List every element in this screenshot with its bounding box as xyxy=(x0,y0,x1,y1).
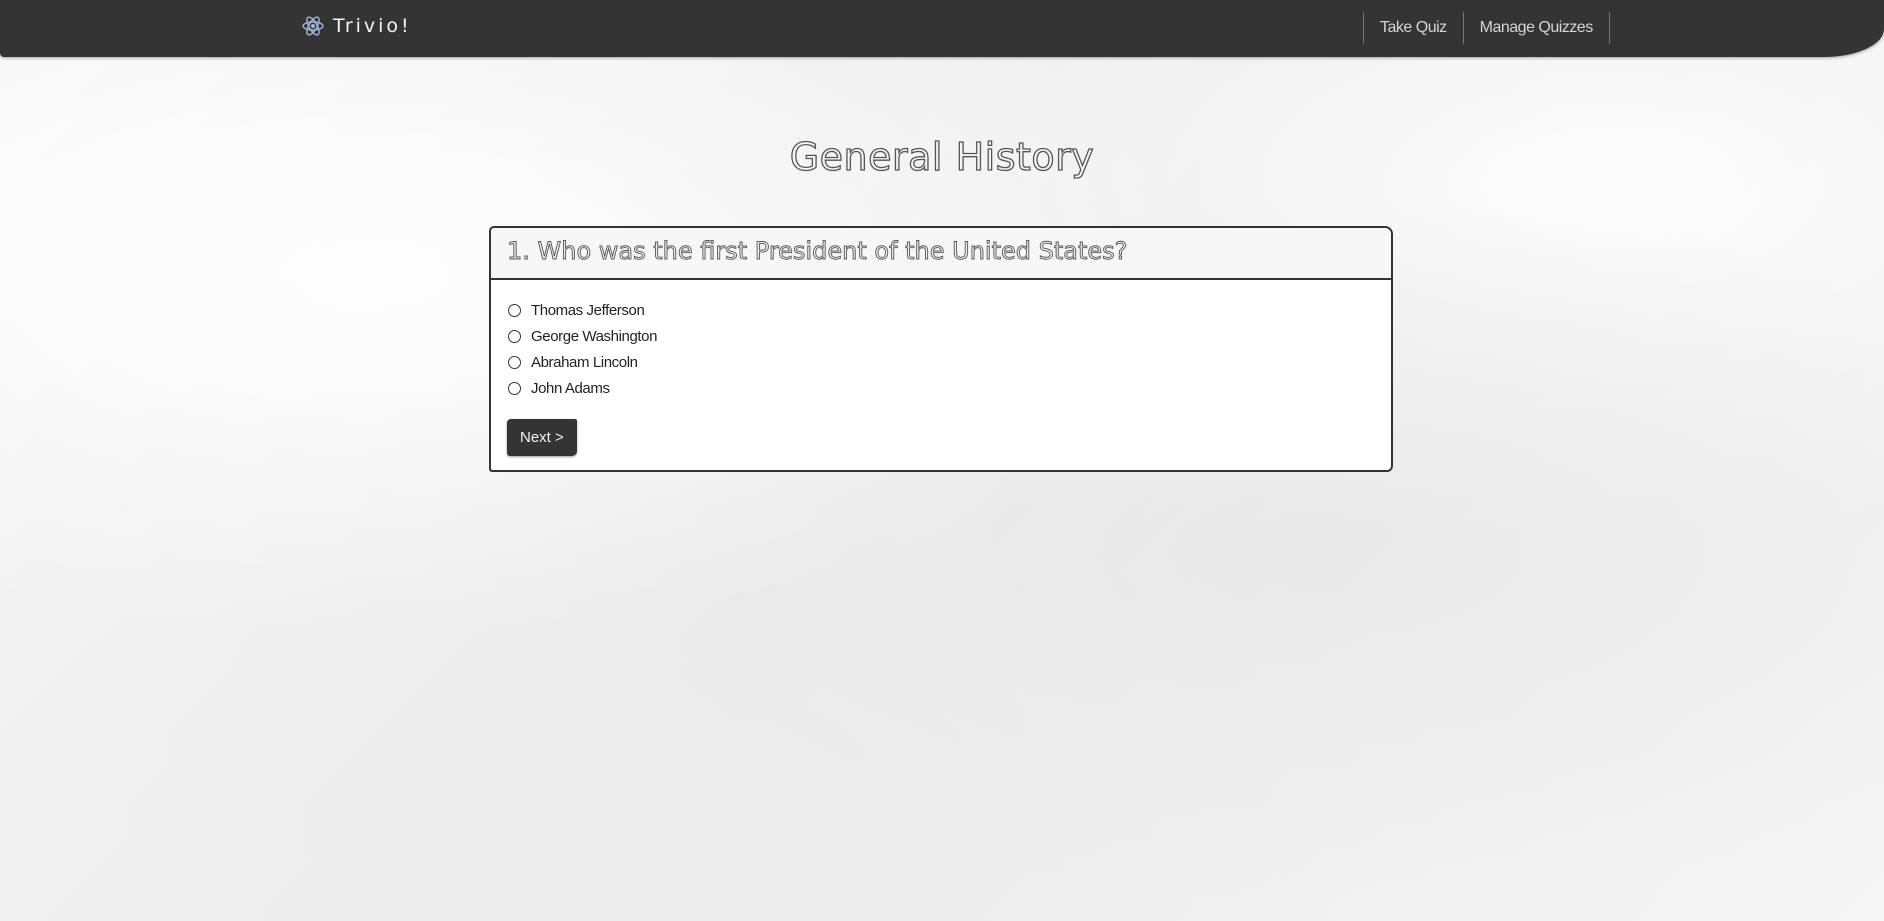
option-label: John Adams xyxy=(531,379,610,397)
atom-icon xyxy=(301,14,325,38)
option-thomas-jefferson[interactable]: Thomas Jefferson xyxy=(507,297,1375,323)
nav-link-manage-quizzes[interactable]: Manage Quizzes xyxy=(1462,12,1610,44)
option-label: Thomas Jefferson xyxy=(531,301,645,319)
option-george-washington[interactable]: George Washington xyxy=(507,323,1375,349)
radio-button[interactable] xyxy=(508,303,521,317)
question-header: 1. Who was the first President of the Un… xyxy=(491,228,1391,280)
brand-name: Trivio! xyxy=(333,15,412,37)
option-label: Abraham Lincoln xyxy=(531,353,638,371)
navbar: Trivio! Take Quiz Manage Quizzes xyxy=(0,0,1884,57)
nav-link-take-quiz[interactable]: Take Quiz xyxy=(1363,12,1463,44)
radio-button[interactable] xyxy=(508,381,521,395)
question-text: 1. Who was the first President of the Un… xyxy=(507,237,1128,266)
radio-button[interactable] xyxy=(508,355,521,369)
nav-links: Take Quiz Manage Quizzes xyxy=(1363,12,1610,44)
question-card: 1. Who was the first President of the Un… xyxy=(489,226,1393,472)
page-title: General History xyxy=(789,134,1095,179)
option-john-adams[interactable]: John Adams xyxy=(507,375,1375,401)
next-button[interactable]: Next > xyxy=(507,419,577,456)
radio-button[interactable] xyxy=(508,329,521,343)
brand-link[interactable]: Trivio! xyxy=(301,14,412,38)
option-label: George Washington xyxy=(531,327,658,345)
options-list: Thomas Jefferson George Washington Abrah… xyxy=(491,280,1391,456)
option-abraham-lincoln[interactable]: Abraham Lincoln xyxy=(507,349,1375,375)
